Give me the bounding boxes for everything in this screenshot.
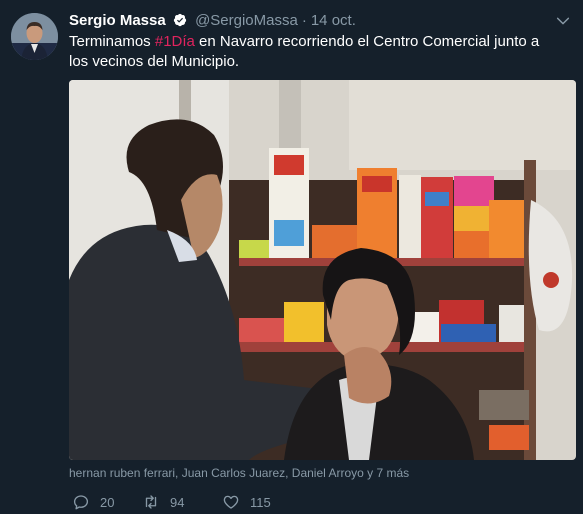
reply-button[interactable]: 20 <box>72 493 142 511</box>
tweet-header: Sergio Massa @SergioMassa · 14 oct. <box>69 11 553 31</box>
photo-image <box>69 80 576 460</box>
retweet-icon <box>145 495 157 509</box>
reply-icon <box>73 495 89 510</box>
like-count: 115 <box>250 494 271 510</box>
heart-icon <box>223 495 239 509</box>
tweet-actions: 20 94 115 <box>69 492 302 512</box>
tweet-date[interactable]: 14 oct. <box>311 12 356 29</box>
author-name[interactable]: Sergio Massa <box>69 12 166 29</box>
hashtag-link[interactable]: #1Día <box>155 33 195 50</box>
retweet-count: 94 <box>170 494 185 510</box>
header-separator: · <box>301 12 307 29</box>
tweet-text: Terminamos #1Día en Navarro recorriendo … <box>69 32 559 72</box>
chevron-down-icon[interactable] <box>555 13 571 29</box>
avatar-image <box>11 13 58 60</box>
avatar[interactable] <box>11 13 58 60</box>
tweet-text-start: Terminamos <box>69 33 155 50</box>
verified-badge-icon <box>173 13 187 27</box>
retweet-button[interactable]: 94 <box>142 493 222 511</box>
author-handle[interactable]: @SergioMassa <box>195 12 298 29</box>
like-button[interactable]: 115 <box>222 493 302 511</box>
likers-line[interactable]: hernan ruben ferrari, Juan Carlos Juarez… <box>69 466 409 480</box>
tweet-photo[interactable] <box>69 80 576 460</box>
reply-count: 20 <box>100 494 115 510</box>
